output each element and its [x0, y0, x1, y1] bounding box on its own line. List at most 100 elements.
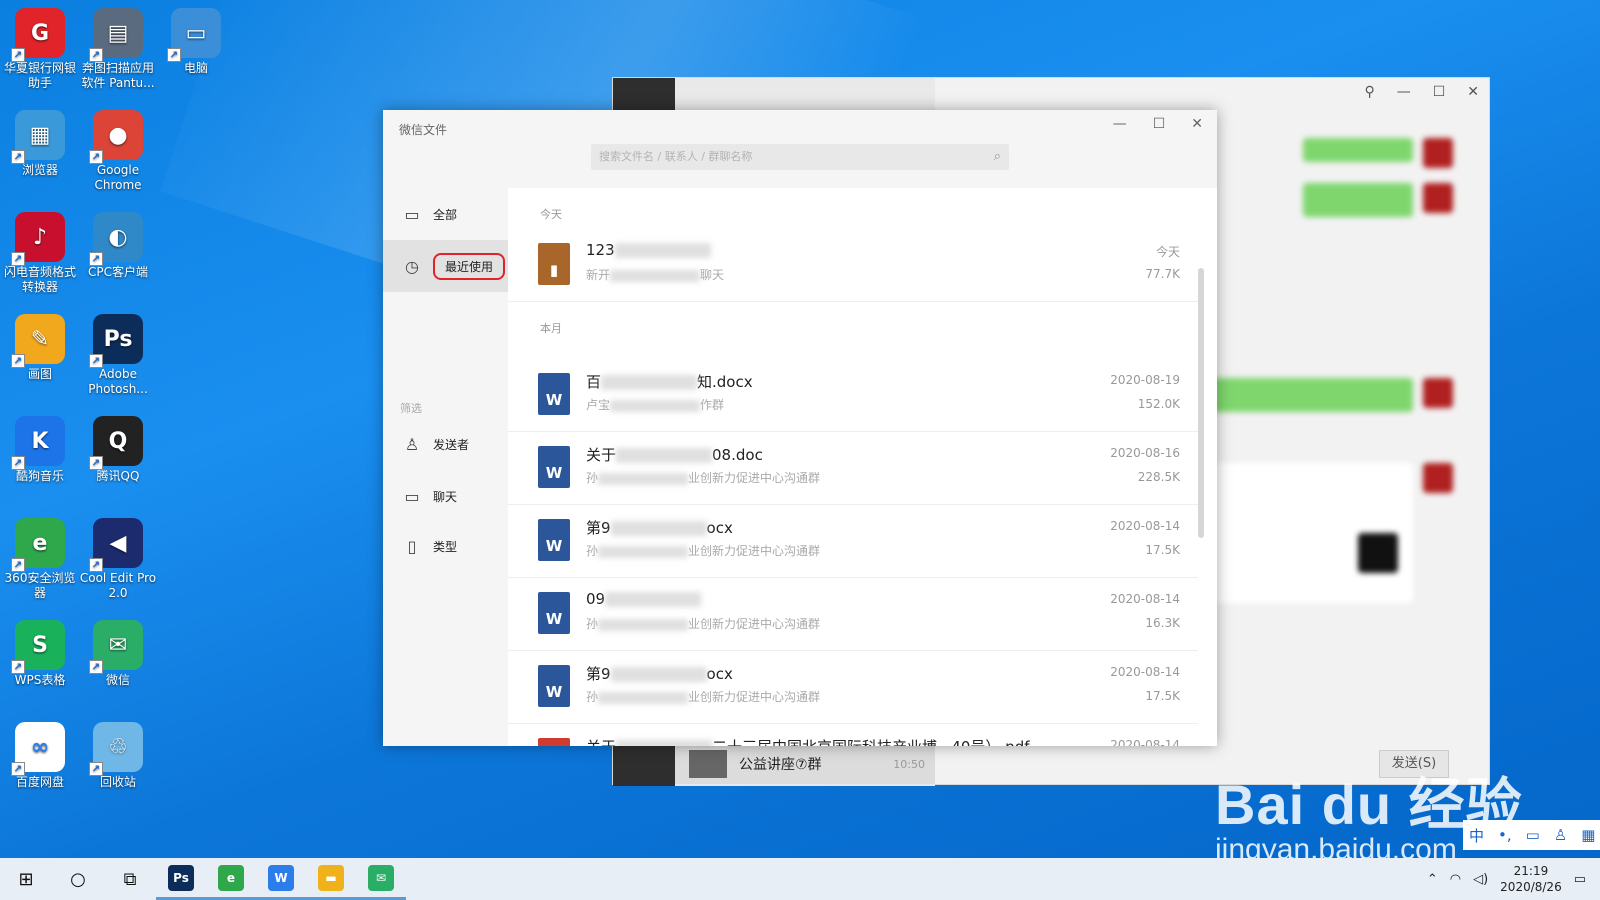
desktop-icon[interactable]: Q ↗ 腾讯QQ — [78, 412, 158, 484]
desktop-icon[interactable]: ▤ ↗ 奔图扫描应用软件 Pantu... — [78, 4, 158, 91]
taskbar-app-360-browser[interactable]: e — [206, 858, 256, 900]
redaction-blur — [605, 592, 702, 607]
sidebar-item-sender[interactable]: ♙ 发送者 — [383, 418, 508, 470]
grid-icon[interactable]: ▦ — [1581, 826, 1595, 844]
desktop-icon[interactable]: ♪ ↗ 闪电音频格式转换器 — [0, 208, 80, 295]
minimize-icon[interactable]: — — [1113, 116, 1127, 132]
search-circle-icon[interactable]: ○ — [52, 858, 104, 900]
maximize-icon[interactable]: ☐ — [1433, 84, 1446, 100]
app-icon: ● ↗ — [89, 110, 143, 164]
sidebar-item-chat[interactable]: ▭ 聊天 — [383, 470, 508, 522]
clock[interactable]: 21:19 2020/8/26 — [1500, 863, 1562, 895]
desktop-icon-label: 闪电音频格式转换器 — [3, 265, 76, 294]
redaction-blur — [598, 618, 689, 631]
file-type-icon — [538, 738, 570, 746]
desktop-icon[interactable]: ✎ ↗ 画图 — [0, 310, 80, 382]
close-icon[interactable]: ✕ — [1191, 116, 1203, 132]
maximize-icon[interactable]: ☐ — [1153, 116, 1166, 132]
section-this-month: 本月 — [540, 322, 562, 335]
file-source: 孙 业创新力促进中心沟通群 — [586, 469, 820, 486]
shortcut-arrow-icon: ↗ — [89, 354, 103, 368]
file-row[interactable]: W 第9 ocx 孙 业创新力促进中心沟通群 2020-08-14 17.5K — [508, 650, 1198, 724]
redaction-blur — [616, 448, 713, 463]
desktop-icon[interactable]: ▦ ↗ 浏览器 — [0, 106, 80, 178]
desktop-icon[interactable]: G ↗ 华夏银行网银助手 — [0, 4, 80, 91]
wechat-icon: ✉ — [368, 864, 394, 891]
keyboard-icon[interactable]: ▭ — [1526, 826, 1540, 844]
file-row[interactable]: W 第9 ocx 孙 业创新力促进中心沟通群 2020-08-14 17.5K — [508, 504, 1198, 578]
taskbar-app-photoshop[interactable]: Ps — [156, 858, 206, 900]
shortcut-arrow-icon: ↗ — [11, 150, 25, 164]
search-input[interactable]: 搜索文件名 / 联系人 / 群聊名称 ⌕ — [591, 144, 1009, 170]
file-source-head: 孙 — [586, 617, 599, 631]
chevron-up-icon[interactable]: ⌃ — [1427, 872, 1438, 887]
file-name-tail: 08.doc — [712, 446, 763, 464]
section-today: 今天 — [540, 208, 562, 221]
sidebar-item-type[interactable]: ▯ 类型 — [383, 520, 508, 572]
volume-icon[interactable]: ◁) — [1473, 872, 1488, 887]
folder-icon: ▬ — [318, 864, 344, 891]
file-row[interactable]: W 09 孙 业创新力促进中心沟通群 2020-08-14 16.3K — [508, 577, 1198, 651]
search-icon[interactable]: ⌕ — [994, 144, 1001, 170]
file-row[interactable]: W 关于 08.doc 孙 业创新力促进中心沟通群 2020-08-16 228.5K — [508, 431, 1198, 505]
filter-heading: 筛选 — [400, 402, 422, 415]
taskbar-app-wechat[interactable]: ✉ — [356, 858, 406, 900]
pin-icon[interactable]: ⚲ — [1364, 84, 1374, 100]
taskbar-app-wps[interactable]: W — [256, 858, 306, 900]
redaction-blur — [616, 740, 713, 746]
minimize-icon[interactable]: — — [1397, 84, 1411, 100]
desktop-icon[interactable]: S ↗ WPS表格 — [0, 616, 80, 688]
desktop-icon[interactable]: e ↗ 360安全浏览器 — [0, 514, 80, 601]
avatar — [1423, 463, 1453, 493]
desktop-icon[interactable]: ∞ ↗ 百度网盘 — [0, 718, 80, 790]
desktop-icon-label: 电脑 — [183, 61, 208, 75]
card-thumbnail — [1358, 533, 1398, 573]
file-row[interactable]: W 百 知.docx 卢宝 作群 2020-08-19 152.0K — [508, 358, 1198, 432]
file-row[interactable]: 关于 二十三届中国北京国际科技产业博...40号）.pdf 2020-08-14 — [508, 723, 1198, 746]
redaction-blur — [614, 243, 711, 258]
search-placeholder: 搜索文件名 / 联系人 / 群聊名称 — [599, 150, 753, 163]
file-row[interactable]: ▮ 123 新开 聊天 今天 77.7K — [508, 228, 1198, 302]
task-view-icon[interactable]: ⧉ — [104, 858, 156, 900]
desktop-icon[interactable]: ▭ ↗ 电脑 — [156, 4, 236, 76]
desktop-icon-label: 酷狗音乐 — [15, 469, 64, 483]
file-date: 2020-08-19 — [1110, 373, 1180, 387]
punctuation-icon[interactable]: •, — [1498, 826, 1512, 844]
close-icon[interactable]: ✕ — [1467, 84, 1479, 100]
redaction-blur — [598, 691, 689, 704]
document-icon: ▯ — [407, 536, 417, 556]
desktop-icon[interactable]: K ↗ 酷狗音乐 — [0, 412, 80, 484]
file-size: 228.5K — [1137, 470, 1180, 484]
wifi-icon[interactable]: ◠ — [1450, 872, 1461, 887]
file-name: 123 — [586, 241, 711, 259]
windows-start-icon[interactable]: ⊞ — [0, 858, 52, 900]
file-name: 09 — [586, 590, 702, 608]
app-icon: e ↗ — [11, 518, 65, 572]
message-bubble — [1303, 138, 1413, 162]
taskbar-app-explorer[interactable]: ▬ — [306, 858, 356, 900]
sidebar-item-recent[interactable]: ◷ 最近使用 — [383, 240, 508, 292]
desktop-icon[interactable]: ◐ ↗ CPC客户端 — [78, 208, 158, 280]
desktop-icon-label: Cool Edit Pro 2.0 — [79, 571, 157, 600]
file-type-icon: W — [538, 519, 570, 561]
user-icon[interactable]: ♙ — [1554, 826, 1567, 844]
scrollbar[interactable] — [1198, 268, 1204, 538]
avatar — [1423, 378, 1453, 408]
files-sidebar: ▭ 全部 ◷ 最近使用 筛选 ♙ 发送者 ▭ 聊天 ▯ 类型 — [383, 188, 508, 746]
file-source-head: 孙 — [586, 471, 599, 485]
desktop-icon[interactable]: ♲ ↗ 回收站 — [78, 718, 158, 790]
desktop-icon-label: 微信 — [105, 673, 130, 687]
file-source: 孙 业创新力促进中心沟通群 — [586, 688, 820, 705]
app-icon: ▤ ↗ — [89, 8, 143, 62]
desktop-icon[interactable]: ● ↗ Google Chrome — [78, 106, 158, 193]
chat-list-item[interactable]: 公益讲座⑦群 10:50 — [675, 744, 935, 784]
sidebar-item-all[interactable]: ▭ 全部 — [383, 188, 508, 240]
desktop-icon[interactable]: Ps ↗ Adobe Photosh... — [78, 310, 158, 397]
desktop-icon[interactable]: ✉ ↗ 微信 — [78, 616, 158, 688]
notification-icon[interactable]: ▭ — [1574, 872, 1586, 887]
file-size: 17.5K — [1145, 543, 1180, 557]
desktop-icon[interactable]: ◀ ↗ Cool Edit Pro 2.0 — [78, 514, 158, 601]
file-date: 2020-08-14 — [1110, 738, 1180, 746]
shortcut-arrow-icon: ↗ — [89, 456, 103, 470]
ime-language[interactable]: 中 — [1469, 825, 1484, 846]
